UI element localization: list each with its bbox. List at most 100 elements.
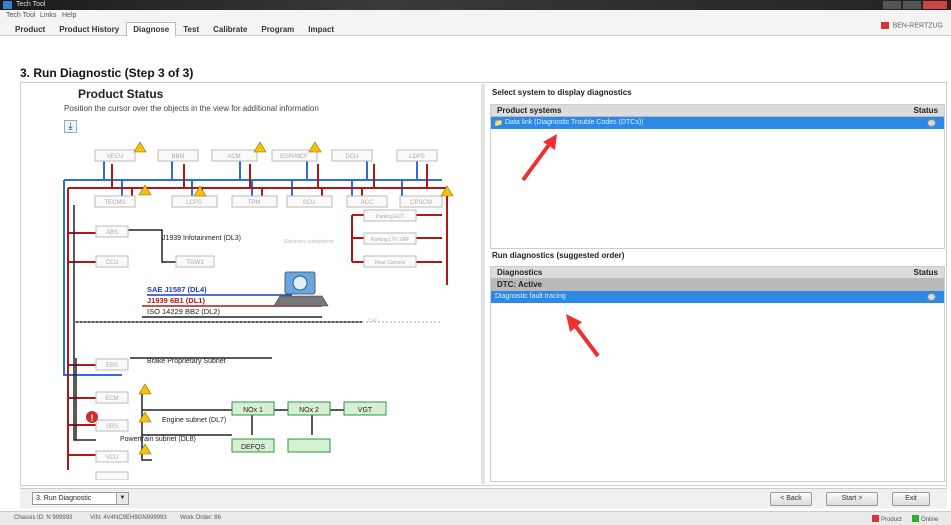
dtc-active-group[interactable]: DTC: Active: [491, 279, 944, 291]
system-row-selected[interactable]: 📁 Data link (Diagnostic Trouble Codes (D…: [491, 117, 944, 129]
warning-icon[interactable]: [138, 383, 152, 395]
user-icon: [880, 22, 889, 29]
grid-header: Product systems Status: [491, 105, 944, 117]
tab-program[interactable]: Program: [254, 22, 301, 37]
col-status[interactable]: Status: [914, 268, 938, 277]
online-icon: [912, 515, 919, 522]
main-tabs: Product Product History Diagnose Test Ca…: [8, 22, 341, 37]
col-diagnostics[interactable]: Diagnostics: [497, 268, 542, 277]
chevron-down-icon[interactable]: ▼: [116, 493, 128, 504]
warning-icon[interactable]: [138, 411, 152, 423]
tab-test[interactable]: Test: [176, 22, 206, 37]
product-status-text: Product: [881, 517, 902, 523]
bus-label-j1939: J1939 6B1 (DL1): [147, 296, 205, 305]
laptop-icon[interactable]: [273, 271, 329, 307]
user-name: BEN-RERTZUG: [892, 22, 943, 30]
menu-links[interactable]: Links: [40, 12, 56, 19]
folder-icon: 📁: [494, 120, 503, 127]
top-ecu-labels: VECU BBM ACM EGR/MCF DCU LDPS: [107, 154, 425, 160]
menu-bar: Tech Tool Links Help BEN-RERTZUG Product…: [0, 10, 951, 37]
ecu-label: EGR/MCF: [280, 154, 308, 160]
status-icon: [927, 119, 936, 127]
work-order: Work Order: 86: [180, 515, 221, 521]
user-badge: BEN-RERTZUG: [880, 22, 943, 30]
menu-techtool[interactable]: Tech Tool: [6, 12, 35, 19]
menu-help[interactable]: Help: [62, 12, 76, 19]
start-button[interactable]: Start >: [826, 492, 878, 506]
chassis-id: Chassis ID: N 999993: [14, 515, 73, 521]
download-icon[interactable]: ⤓: [64, 120, 77, 133]
infotainment-label: J1939 Infotainment (DL3): [162, 235, 241, 242]
bus-label-j1587: SAE J1587 (DL4): [147, 285, 207, 294]
minimize-button[interactable]: [883, 1, 901, 9]
warning-icon[interactable]: [308, 141, 322, 153]
ecu-label: EBS: [106, 363, 118, 369]
ecu-label: TECMS: [105, 200, 126, 206]
ecu-label: CCU: [106, 260, 119, 266]
tab-impact[interactable]: Impact: [301, 22, 341, 37]
tab-diagnose[interactable]: Diagnose: [126, 22, 177, 37]
ecu-label: CPSCM: [410, 200, 432, 206]
side-caption: Electronic subsystems: [284, 239, 334, 245]
col-product-systems[interactable]: Product systems: [497, 106, 561, 115]
systems-section-label: Select system to display diagnostics: [492, 88, 632, 97]
ecu-label: SRS: [106, 424, 118, 430]
system-row-label: Data link (Diagnostic Trouble Codes (DTC…: [505, 119, 644, 126]
back-button[interactable]: < Back: [770, 492, 812, 506]
warning-icon[interactable]: [253, 141, 267, 153]
svg-text:!: !: [91, 413, 94, 423]
warning-icon[interactable]: [138, 443, 152, 455]
ecu-box[interactable]: [95, 471, 129, 480]
grid-header: Diagnostics Status: [491, 267, 944, 279]
ecu-label: SCU: [303, 200, 316, 206]
product-status-diagram: VECU BBM ACM EGR/MCF DCU LDPS TECMS LCPS…: [63, 141, 454, 480]
product-status-title: Product Status: [78, 87, 164, 101]
online-indicator: Online: [912, 515, 938, 523]
ecu-label: VECU: [107, 154, 124, 160]
online-text: Online: [921, 517, 939, 523]
page-title: 3. Run Diagnostic (Step 3 of 3): [20, 66, 194, 80]
warning-icon[interactable]: [138, 184, 152, 196]
tab-calibrate[interactable]: Calibrate: [206, 22, 254, 37]
col-status[interactable]: Status: [914, 106, 938, 115]
second-ecus: [94, 195, 443, 208]
ecu-label: BBM: [171, 154, 184, 160]
tab-product[interactable]: Product: [8, 22, 52, 37]
run-diagnostics-grid: Diagnostics Status DTC: Active Diagnosti…: [490, 266, 945, 482]
step-select[interactable]: 3. Run Diagnostic ▼: [32, 492, 129, 505]
step-select-value: 3. Run Diagnostic: [36, 495, 92, 502]
ecu-label: VCU: [106, 455, 119, 461]
ecu-label: ABS: [106, 230, 118, 236]
close-button[interactable]: [923, 1, 947, 9]
bottom-toolbar: 3. Run Diagnostic ▼ < Back Start > Exit: [20, 488, 947, 508]
status-bar: Chassis ID: N 999993 VIN: 4V4NC9EH9GN999…: [0, 511, 951, 525]
tab-product-history[interactable]: Product History: [52, 22, 126, 37]
ecu-label: Rear Camera: [375, 260, 405, 266]
diagnostic-row-selected[interactable]: Diagnostic fault tracing: [491, 291, 944, 303]
nox-label: NOx 1: [243, 407, 263, 414]
pane-splitter[interactable]: [481, 84, 485, 484]
diagnostic-row-label: Diagnostic fault tracing: [495, 293, 566, 300]
annotation-arrow-icon: [566, 314, 600, 358]
exit-button[interactable]: Exit: [892, 492, 930, 506]
ecu-label: Parking ECT: [376, 214, 404, 220]
ecu-label: LCPS: [186, 200, 202, 206]
ecu-label: DCU: [346, 154, 359, 160]
product-status-hint: Position the cursor over the objects in …: [64, 104, 319, 113]
error-icon[interactable]: !: [86, 411, 98, 423]
ecu-label: ACC: [361, 200, 374, 206]
window-title-bar: Tech Tool: [0, 0, 951, 10]
engine-label: Engine subnet (DL7): [162, 417, 226, 424]
warning-icon[interactable]: [133, 141, 147, 153]
ecu-label: TGW3: [186, 260, 204, 266]
nox-box[interactable]: [287, 438, 331, 453]
ecu-label: ACM: [227, 154, 240, 160]
nox-label: VGT: [358, 407, 373, 414]
window-controls: [883, 1, 947, 9]
ecu-label: TPM: [248, 200, 261, 206]
ecu-label: LDPS: [409, 154, 425, 160]
vin: VIN: 4V4NC9EH9GN999993: [90, 515, 167, 521]
status-icon: [927, 293, 936, 301]
maximize-button[interactable]: [903, 1, 921, 9]
ecu-label: Parking LTV SRF: [371, 237, 410, 243]
